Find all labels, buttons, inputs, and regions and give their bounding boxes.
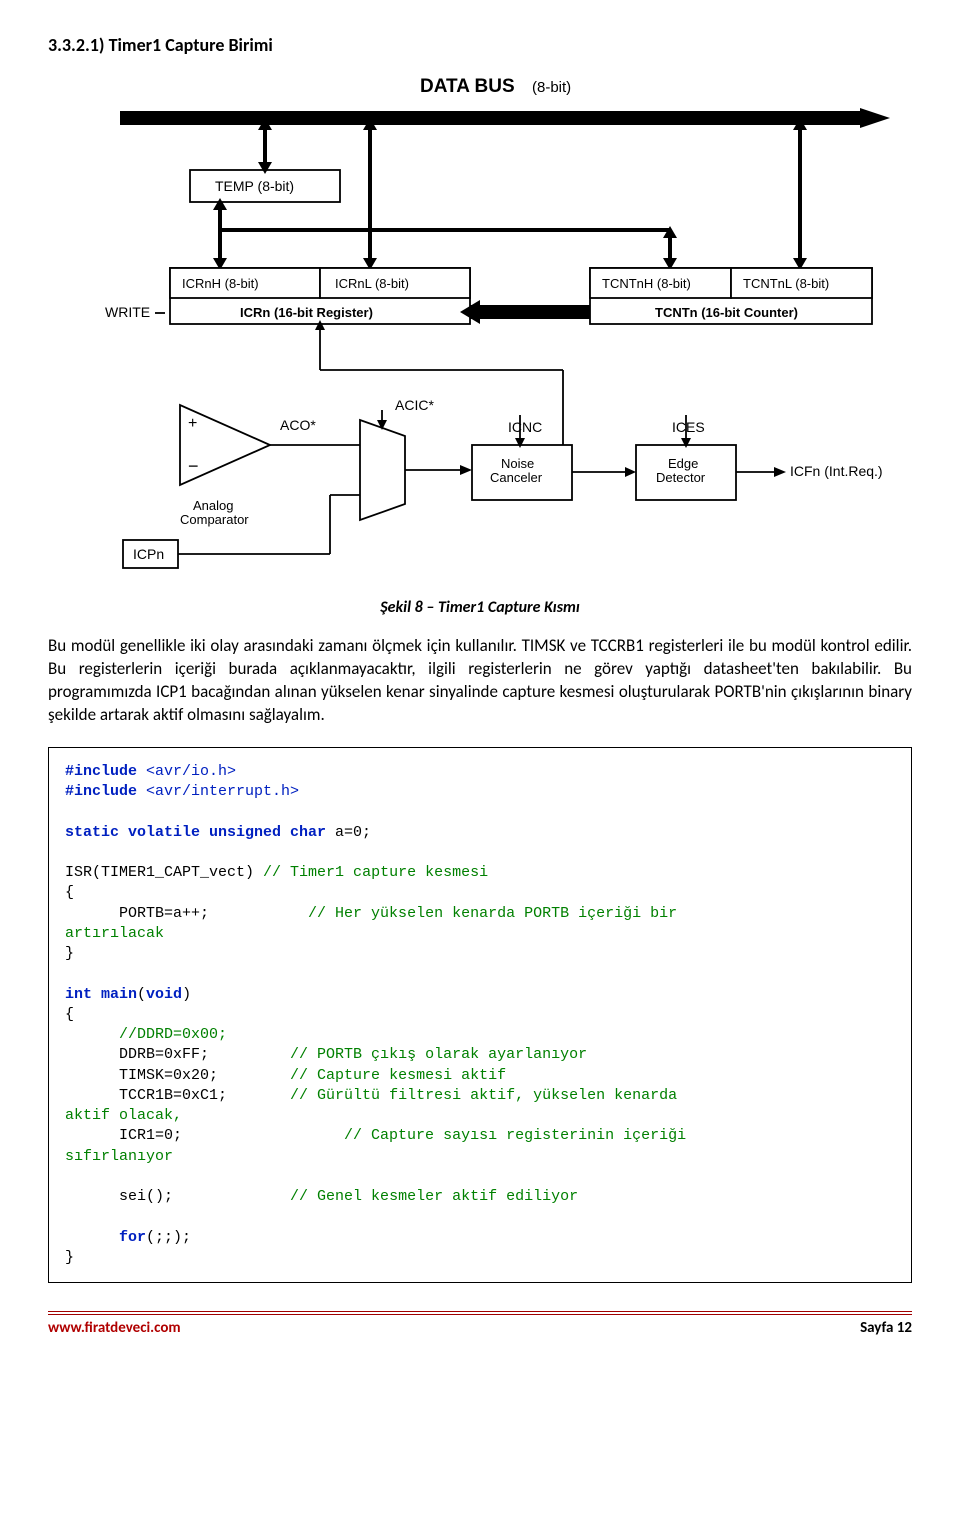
svg-text:TEMP (8-bit): TEMP (8-bit) [215,178,294,194]
footer-url: www.firatdeveci.com [48,1319,181,1337]
svg-text:ICES: ICES [672,419,705,435]
databus-bits: (8-bit) [532,79,571,96]
svg-text:WRITE: WRITE [105,304,150,320]
figure-caption: Şekil 8 – Timer1 Capture Kısmı [48,598,912,617]
svg-text:ICRnH (8-bit): ICRnH (8-bit) [182,276,259,291]
svg-text:ACIC*: ACIC* [395,397,434,413]
footer-page: Sayfa 12 [860,1319,912,1337]
svg-text:ICRn (16-bit Register): ICRn (16-bit Register) [240,305,373,320]
timer1-capture-diagram: DATA BUS (8-bit) TEMP (8-bit) ICRnH (8-b… [60,70,900,590]
page-footer: www.firatdeveci.com Sayfa 12 [48,1311,912,1337]
code-block: #include <avr/io.h> #include <avr/interr… [48,747,912,1283]
svg-text:ICNC: ICNC [508,419,542,435]
body-paragraph: Bu modül genellikle iki olay arasındaki … [48,635,912,727]
section-heading: 3.3.2.1) Timer1 Capture Birimi [48,34,912,56]
svg-text:ICRnL (8-bit): ICRnL (8-bit) [335,276,409,291]
svg-text:ICFn (Int.Req.): ICFn (Int.Req.) [790,463,883,479]
svg-text:TCNTn (16-bit Counter): TCNTn (16-bit Counter) [655,305,798,320]
svg-text:ICPn: ICPn [133,546,164,562]
svg-text:AnalogComparator: AnalogComparator [180,498,249,527]
svg-text:TCNTnL (8-bit): TCNTnL (8-bit) [743,276,829,291]
svg-text:+: + [188,415,197,432]
svg-text:−: − [188,456,199,476]
svg-text:TCNTnH (8-bit): TCNTnH (8-bit) [602,276,691,291]
svg-text:ACO*: ACO* [280,417,316,433]
databus-label: DATA BUS [420,76,515,97]
